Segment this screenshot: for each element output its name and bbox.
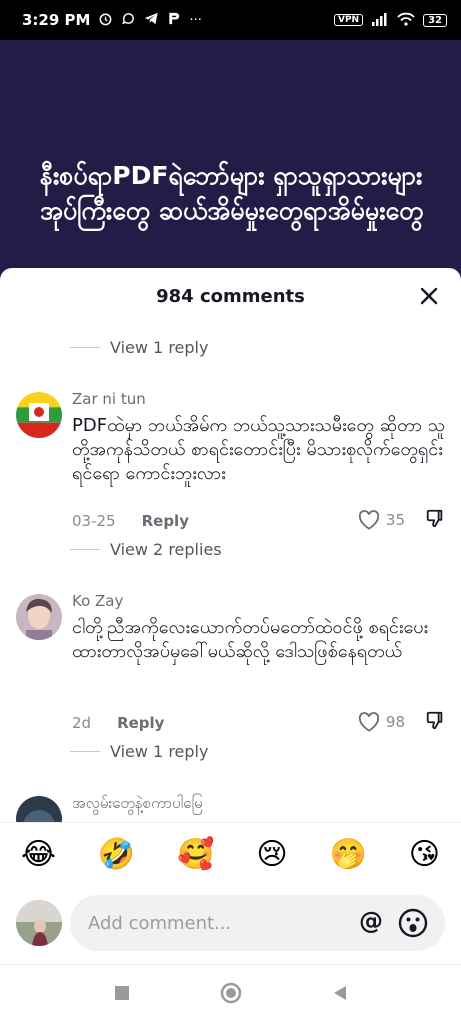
emoji-hand-over-mouth[interactable]: 🤭: [330, 837, 367, 872]
video-background: နီးစပ်ရာPDFရဲဘော်များ ရှာသူရှာသားများအုပ…: [0, 40, 461, 280]
avatar[interactable]: [16, 392, 62, 438]
like-count: 98: [385, 713, 405, 731]
emoji-rofl[interactable]: 🤣: [98, 837, 135, 872]
viber-icon: [121, 11, 136, 29]
comment-meta: 03-25 Reply: [72, 512, 189, 530]
user-avatar: [16, 900, 62, 946]
comments-sheet: 984 comments View 1 reply Zar ni tun PDF…: [0, 268, 461, 1024]
back-triangle-icon: [333, 985, 346, 1000]
comment-item: Ko Zay ငါတို့ညီအကိုလေးယောက်တပ်မတော်ထဲဝင်…: [0, 592, 461, 732]
p-icon: [167, 11, 181, 29]
view-replies-label: View 1 reply: [110, 338, 209, 357]
reply-button[interactable]: Reply: [117, 714, 164, 732]
comments-count-title: 984 comments: [156, 285, 305, 307]
heart-icon: [358, 712, 380, 732]
video-caption: နီးစပ်ရာPDFရဲဘော်များ ရှာသူရှာသားများအုပ…: [40, 161, 424, 225]
square-icon: [114, 985, 129, 1000]
dislike-button[interactable]: [425, 710, 445, 734]
avatar[interactable]: [16, 594, 62, 640]
like-button[interactable]: 35: [358, 510, 405, 530]
comment-date: 03-25: [72, 512, 116, 530]
emoji-crying[interactable]: 😢: [256, 837, 287, 872]
dislike-button[interactable]: [425, 508, 445, 532]
view-replies-button[interactable]: View 2 replies: [70, 540, 222, 559]
like-count: 35: [385, 511, 405, 529]
recents-button[interactable]: [114, 985, 130, 1005]
comment-item: အလွမ်းတွေနဲ့စကာပါမြေ: [0, 794, 461, 822]
sheet-header: 984 comments: [0, 268, 461, 324]
telegram-icon: [144, 11, 159, 29]
comment-actions: 98: [358, 710, 445, 734]
emoji-kiss[interactable]: 😘: [409, 837, 440, 872]
signal-icon: [371, 12, 389, 29]
view-replies-label: View 2 replies: [110, 540, 222, 559]
emoji-joy[interactable]: 😂: [21, 837, 56, 872]
close-button[interactable]: [413, 280, 445, 312]
divider-line: [70, 549, 100, 550]
more-dots: ···: [189, 12, 202, 28]
emoji-bar: 😂 🤣 🥰 😢 🤭 😘: [0, 822, 461, 886]
comment-meta: 2d Reply: [72, 714, 164, 732]
divider-line: [70, 347, 100, 348]
status-bar: 3:29 PM ··· VPN 32: [0, 0, 461, 40]
comment-input-row: @: [0, 892, 461, 954]
reply-button[interactable]: Reply: [142, 512, 189, 530]
comment-actions: 35: [358, 508, 445, 532]
home-button[interactable]: [220, 982, 242, 1008]
circle-icon: [220, 982, 241, 1003]
comment-input[interactable]: [88, 912, 338, 934]
view-replies-label: View 1 reply: [110, 742, 209, 761]
comment-username[interactable]: အလွမ်းတွေနဲ့စကာပါမြေ: [72, 794, 203, 816]
divider-line: [70, 751, 100, 752]
battery-indicator: 32: [423, 13, 447, 27]
comment-date: 2d: [72, 714, 92, 732]
navigation-bar: [0, 964, 461, 1024]
close-icon: [420, 287, 438, 305]
status-time: 3:29 PM: [22, 11, 91, 29]
comment-item: Zar ni tun PDFထဲမှာ ဘယ်အိမ်က ဘယ်သူ့သားသမ…: [0, 390, 461, 530]
emoji-face-icon: [398, 908, 428, 938]
emoji-picker-button[interactable]: [397, 907, 429, 939]
back-button[interactable]: [332, 985, 348, 1005]
heart-icon: [358, 510, 380, 530]
like-button[interactable]: 98: [358, 712, 405, 732]
emoji-smiling-hearts[interactable]: 🥰: [177, 837, 214, 872]
thumbs-down-icon: [426, 509, 443, 528]
avatar[interactable]: [16, 796, 62, 822]
vpn-badge: VPN: [333, 14, 364, 26]
wifi-icon: [397, 12, 415, 29]
view-replies-button[interactable]: View 1 reply: [70, 338, 208, 357]
comment-input-box[interactable]: @: [70, 895, 445, 951]
comment-text: ငါတို့ညီအကိုလေးယောက်တပ်မတော်ထဲဝင်ဖို့ စရ…: [72, 617, 429, 662]
alarm-icon: [98, 11, 113, 29]
comment-text: PDFထဲမှာ ဘယ်အိမ်က ဘယ်သူ့သားသမီးတွေ ဆိုတာ…: [72, 415, 446, 484]
mention-button[interactable]: @: [359, 907, 383, 935]
comment-username[interactable]: Zar ni tun: [72, 390, 146, 408]
thumbs-down-icon: [426, 711, 443, 730]
view-replies-button[interactable]: View 1 reply: [70, 742, 208, 761]
comments-list[interactable]: View 1 reply Zar ni tun PDFထဲမှာ ဘယ်အိမ်…: [0, 324, 461, 822]
comment-username[interactable]: Ko Zay: [72, 592, 123, 610]
